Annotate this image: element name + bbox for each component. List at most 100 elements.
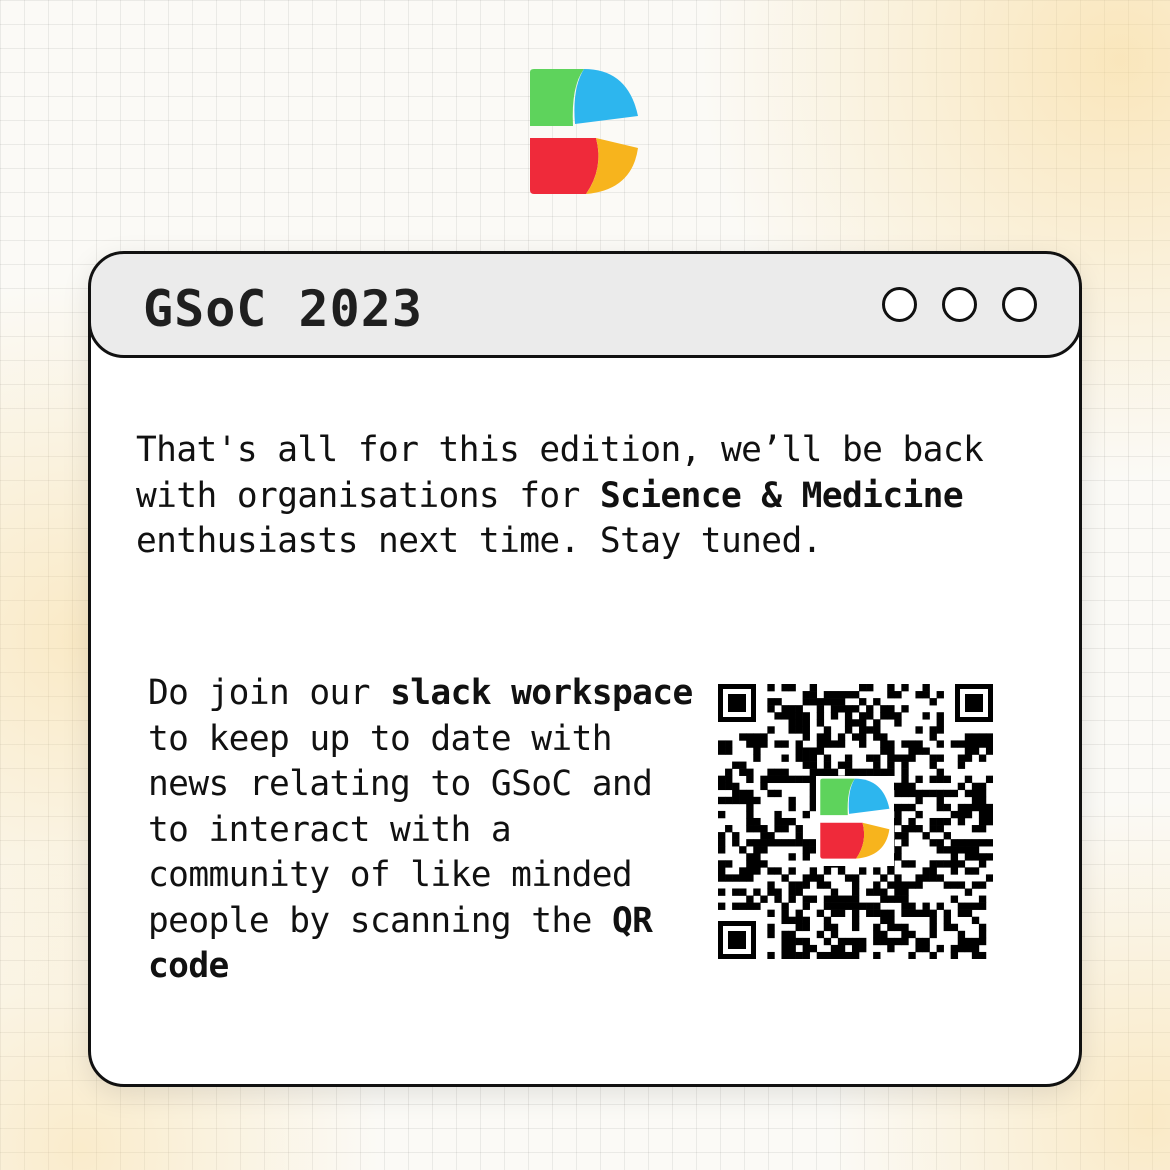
window-control-button[interactable] bbox=[882, 287, 917, 322]
qr-module bbox=[880, 937, 888, 946]
qr-module bbox=[760, 895, 768, 903]
qr-module bbox=[971, 747, 980, 755]
closing-text: enthusiasts next time. Stay tuned. bbox=[136, 521, 822, 561]
qr-module bbox=[887, 712, 895, 720]
qr-module bbox=[851, 916, 860, 925]
qr-module bbox=[795, 712, 803, 720]
qr-module bbox=[809, 782, 818, 791]
qr-module bbox=[894, 817, 902, 826]
qr-module bbox=[915, 747, 923, 755]
qr-module bbox=[851, 944, 860, 953]
qr-module bbox=[837, 733, 846, 741]
qr-module bbox=[964, 754, 973, 762]
qr-module bbox=[851, 719, 860, 727]
qr-module bbox=[809, 874, 818, 882]
qr-module bbox=[880, 740, 888, 748]
qr-module bbox=[859, 726, 867, 734]
qr-module bbox=[788, 726, 796, 734]
qr-module bbox=[774, 698, 782, 706]
qr-module bbox=[795, 923, 803, 932]
qr-module bbox=[880, 930, 888, 939]
qr-module bbox=[844, 712, 853, 720]
qr-module bbox=[830, 768, 839, 776]
qr-module bbox=[844, 874, 853, 882]
window-control-button[interactable] bbox=[942, 287, 977, 322]
qr-module bbox=[929, 930, 937, 939]
qr-module bbox=[795, 726, 803, 734]
qr-module bbox=[732, 874, 740, 882]
qr-module bbox=[943, 789, 951, 798]
qr-module bbox=[859, 684, 867, 692]
qr-module bbox=[753, 754, 761, 762]
qr-module bbox=[873, 937, 881, 946]
qr-module bbox=[971, 803, 980, 812]
qr-module bbox=[837, 867, 846, 875]
qr-module bbox=[781, 930, 789, 939]
qr-module bbox=[936, 860, 944, 868]
qr-module bbox=[964, 944, 973, 953]
qr-module bbox=[908, 782, 916, 791]
qr-module bbox=[978, 754, 987, 762]
qr-module bbox=[929, 839, 937, 847]
qr-module bbox=[950, 860, 959, 868]
qr-module bbox=[985, 740, 993, 748]
qr-module bbox=[908, 754, 916, 762]
qr-module bbox=[844, 726, 853, 734]
qr-module bbox=[746, 853, 754, 861]
qr-module bbox=[943, 775, 951, 784]
qr-module bbox=[873, 923, 881, 932]
qr-module bbox=[809, 747, 818, 755]
qr-module bbox=[957, 817, 966, 826]
qr-code-icon[interactable] bbox=[718, 684, 993, 959]
qr-module bbox=[978, 825, 987, 833]
qr-module bbox=[901, 839, 909, 847]
qr-module bbox=[985, 747, 993, 755]
qr-module bbox=[880, 895, 888, 903]
qr-module bbox=[859, 719, 867, 727]
qr-module bbox=[978, 853, 987, 861]
qr-module bbox=[823, 923, 832, 932]
qr-module bbox=[922, 874, 930, 882]
qr-module bbox=[950, 839, 959, 847]
qr-module bbox=[830, 944, 839, 953]
qr-module bbox=[866, 754, 874, 762]
qr-module bbox=[901, 909, 909, 917]
qr-module bbox=[753, 747, 761, 755]
qr-module bbox=[830, 895, 839, 903]
qr-module bbox=[859, 902, 867, 910]
qr-module bbox=[880, 874, 888, 882]
qr-module bbox=[774, 867, 782, 875]
qr-module bbox=[781, 944, 789, 953]
qr-module bbox=[746, 775, 754, 784]
qr-module bbox=[894, 719, 902, 727]
qr-module bbox=[725, 740, 733, 748]
qr-module bbox=[971, 733, 980, 741]
qr-module bbox=[767, 909, 775, 917]
qr-module bbox=[774, 888, 782, 896]
qr-module bbox=[873, 881, 881, 889]
qr-module bbox=[901, 684, 909, 692]
qr-module bbox=[936, 754, 944, 762]
qr-module bbox=[781, 775, 789, 784]
qr-module bbox=[809, 867, 818, 875]
qr-module bbox=[873, 698, 881, 706]
qr-module bbox=[760, 740, 768, 748]
qr-module bbox=[802, 895, 810, 903]
qr-module bbox=[915, 691, 923, 699]
qr-module bbox=[830, 691, 839, 699]
qr-module bbox=[859, 712, 867, 720]
qr-module bbox=[929, 909, 937, 917]
qr-module bbox=[760, 782, 768, 791]
qr-module bbox=[788, 937, 796, 946]
qr-module bbox=[788, 705, 796, 713]
qr-module bbox=[936, 839, 944, 847]
qr-module bbox=[767, 705, 775, 713]
title-bar: GSoC 2023 bbox=[91, 254, 1079, 358]
qr-module bbox=[718, 839, 726, 847]
window-control-button[interactable] bbox=[1002, 287, 1037, 322]
qr-module bbox=[887, 684, 895, 692]
qr-module bbox=[971, 782, 980, 791]
qr-module bbox=[774, 712, 782, 720]
qr-module bbox=[788, 796, 796, 805]
qr-module bbox=[732, 789, 740, 798]
